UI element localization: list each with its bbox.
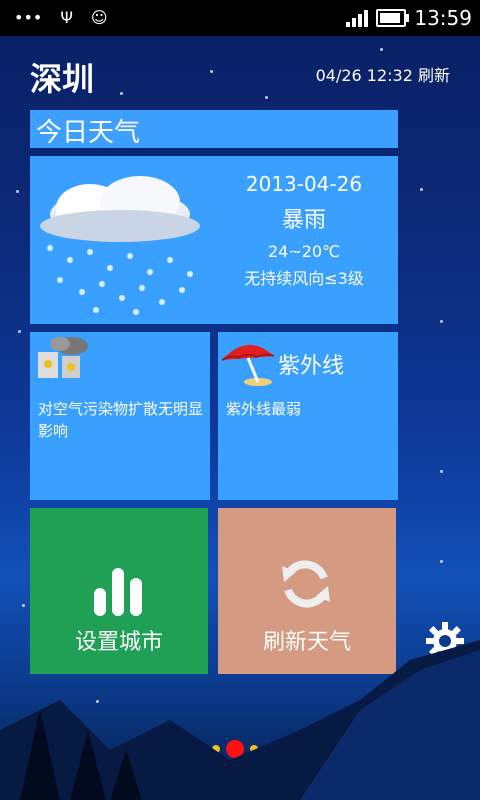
chart-bars-icon bbox=[94, 568, 142, 616]
rain-cloud-icon bbox=[40, 176, 200, 315]
air-quality-card[interactable]: 对空气污染物扩散无明显影响 bbox=[30, 332, 210, 500]
clock: 13:59 bbox=[414, 6, 472, 30]
weather-condition: 暴雨 bbox=[281, 208, 326, 233]
debug-icon: ☺ bbox=[90, 8, 108, 27]
status-bar: ••• Ψ ☺ 13:59 bbox=[0, 0, 480, 36]
air-quality-text: 对空气污染物扩散无明显影响 bbox=[38, 400, 204, 440]
uv-card[interactable]: 紫外线 紫外线最弱 bbox=[218, 332, 398, 500]
uv-title: 紫外线 bbox=[278, 354, 345, 379]
today-weather-card[interactable]: 2013-04-26 暴雨 24~20℃ 无持续风向≤3级 bbox=[30, 156, 398, 324]
weather-wind: 无持续风向≤3级 bbox=[244, 269, 364, 288]
weather-date: 2013-04-26 bbox=[245, 172, 363, 196]
usb-icon: Ψ bbox=[60, 8, 73, 27]
last-refresh-time: 04/26 12:32 刷新 bbox=[315, 66, 450, 85]
uv-text: 紫外线最弱 bbox=[226, 400, 302, 418]
today-weather-header: 今日天气 bbox=[30, 110, 398, 148]
umbrella-icon bbox=[221, 344, 275, 386]
refresh-icon bbox=[282, 560, 330, 608]
signal-icon bbox=[346, 9, 369, 27]
city-name: 深圳 bbox=[30, 60, 95, 98]
factory-icon bbox=[38, 337, 88, 378]
landscape-illustration bbox=[0, 640, 480, 800]
weather-temperature: 24~20℃ bbox=[267, 242, 341, 261]
battery-icon bbox=[376, 9, 410, 27]
today-weather-title: 今日天气 bbox=[36, 118, 141, 148]
dots-icon: ••• bbox=[14, 8, 43, 27]
